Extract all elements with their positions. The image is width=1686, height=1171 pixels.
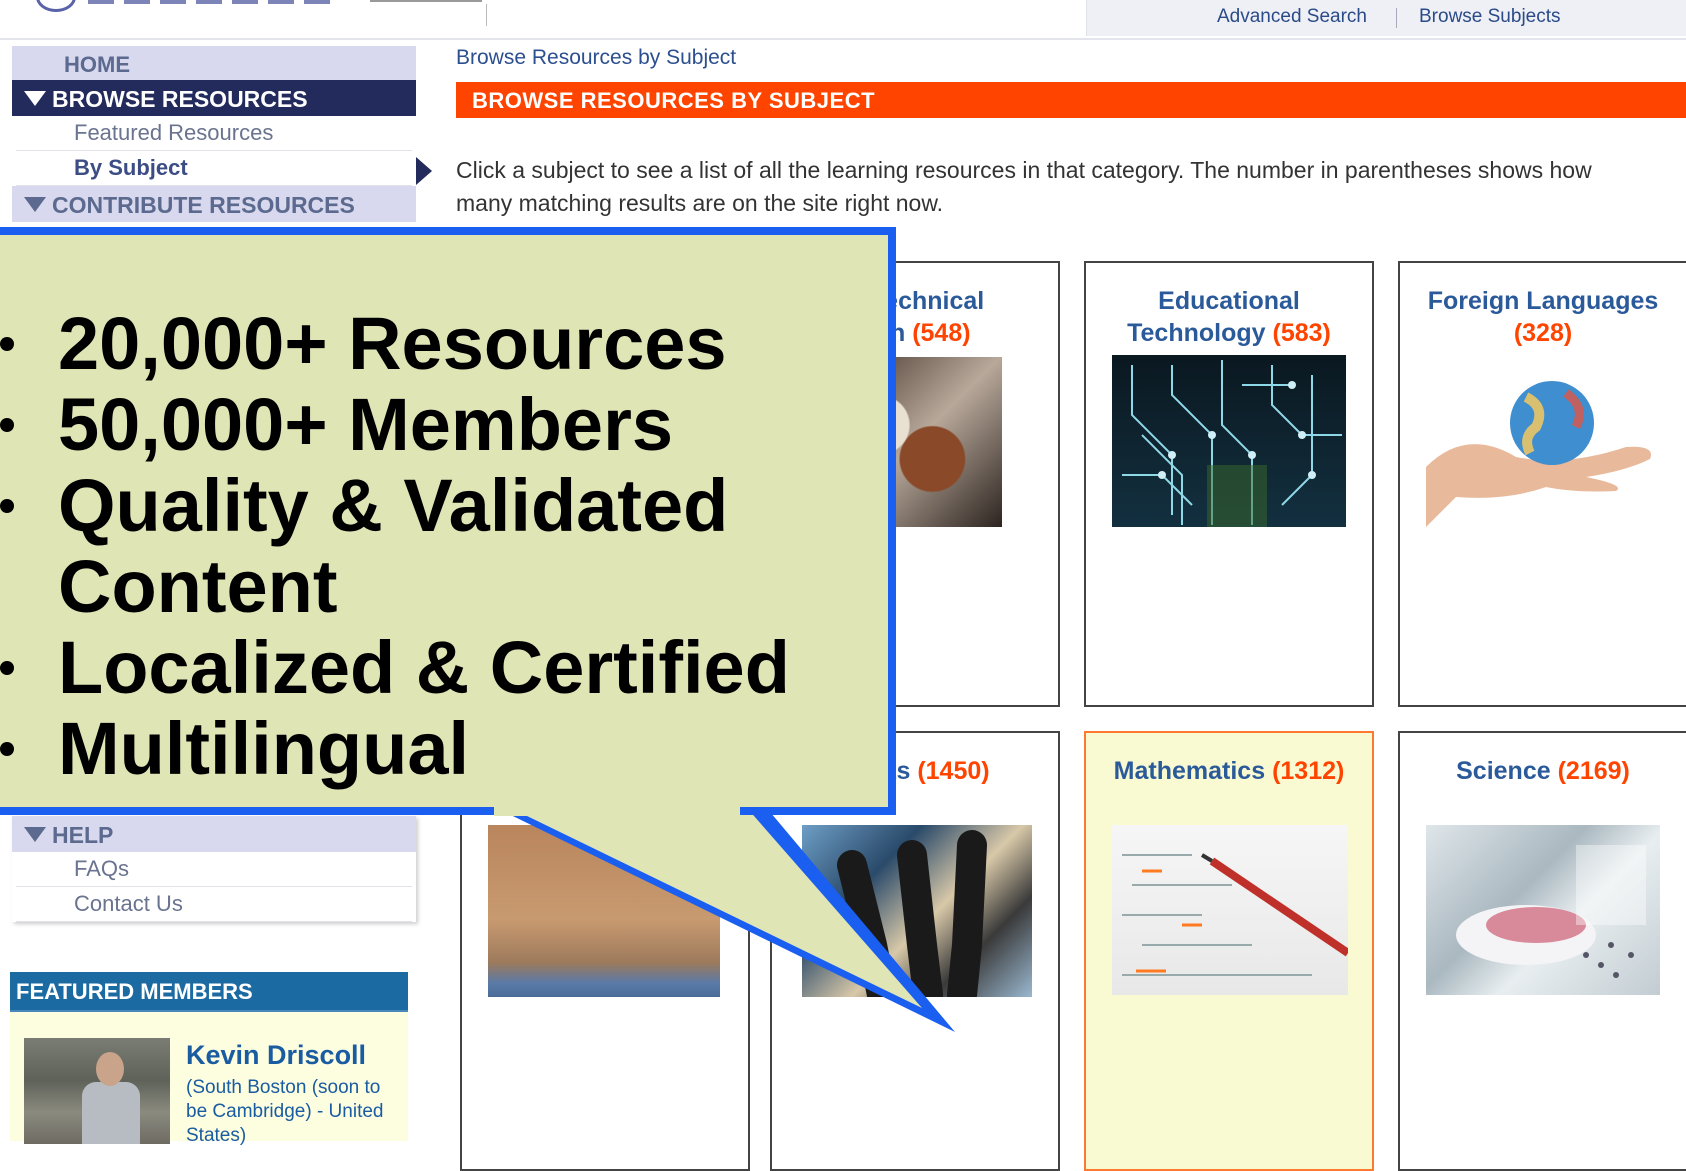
callout-item-text: Localized & Certified bbox=[58, 626, 790, 709]
nav-help-label: HELP bbox=[52, 822, 114, 848]
subject-title-text: Mathematics bbox=[1113, 757, 1266, 785]
bullet-icon bbox=[0, 742, 14, 756]
subject-title[interactable]: Foreign Languages (328) bbox=[1400, 285, 1686, 349]
subject-tile-science[interactable]: Science (2169) bbox=[1398, 731, 1686, 1171]
subject-image[interactable] bbox=[1426, 367, 1660, 537]
triangle-down-icon bbox=[24, 91, 46, 106]
subject-tile-mathematics[interactable]: Mathematics (1312) bbox=[1084, 731, 1374, 1171]
current-page-arrow-icon bbox=[416, 157, 432, 185]
subject-tile-foreign-languages[interactable]: Foreign Languages (328) bbox=[1398, 261, 1686, 707]
site-logo[interactable] bbox=[30, 0, 482, 14]
nav-contribute-resources[interactable]: CONTRIBUTE RESOURCES bbox=[12, 186, 416, 222]
nav-browse-resources[interactable]: BROWSE RESOURCES bbox=[12, 80, 416, 116]
member-avatar[interactable] bbox=[24, 1038, 170, 1144]
advanced-search-link[interactable]: Advanced Search bbox=[1217, 6, 1367, 28]
bullet-icon bbox=[0, 499, 14, 513]
subject-count: (548) bbox=[912, 319, 971, 347]
subject-image[interactable] bbox=[1112, 825, 1348, 995]
callout-item: 50,000+ Members bbox=[0, 384, 900, 465]
callout-item: Multilingual bbox=[0, 708, 900, 789]
subject-image[interactable] bbox=[1112, 355, 1346, 527]
bullet-icon bbox=[0, 337, 14, 351]
callout-item-text: Multilingual bbox=[58, 707, 470, 790]
nav-contribute-resources-label: CONTRIBUTE RESOURCES bbox=[52, 192, 355, 218]
nav-contact-us[interactable]: Contact Us bbox=[16, 887, 412, 922]
subject-image[interactable] bbox=[1426, 825, 1660, 995]
nav-featured-resources[interactable]: Featured Resources bbox=[16, 116, 412, 151]
triangle-down-icon bbox=[24, 827, 46, 842]
subject-count: (1450) bbox=[917, 757, 990, 785]
callout-tail-joint bbox=[494, 800, 740, 816]
subject-title[interactable]: Science (2169) bbox=[1400, 755, 1686, 787]
nav-home[interactable]: HOME bbox=[12, 46, 416, 80]
subject-count: (583) bbox=[1272, 319, 1331, 347]
callout-item-text: Quality & Validated Content bbox=[58, 464, 729, 628]
nav-help[interactable]: HELP bbox=[12, 816, 416, 852]
subject-tile-educational-technology[interactable]: Educational Technology (583) bbox=[1084, 261, 1374, 707]
intro-text: Click a subject to see a list of all the… bbox=[456, 157, 1592, 216]
bullet-icon bbox=[0, 418, 14, 432]
callout-item: Localized & Certified bbox=[0, 627, 900, 708]
subject-title[interactable]: Mathematics (1312) bbox=[1086, 755, 1372, 787]
left-navigation: HOME BROWSE RESOURCES Featured Resources… bbox=[12, 46, 416, 222]
top-header: Advanced Search Browse Subjects bbox=[0, 0, 1686, 40]
member-location: (South Boston (soon to be Cambridge) - U… bbox=[186, 1077, 384, 1146]
subject-image[interactable] bbox=[802, 825, 1032, 997]
callout-item-text: 50,000+ Members bbox=[58, 383, 674, 466]
subject-title-line1: Educational bbox=[1158, 287, 1300, 315]
logo-mark-icon bbox=[36, 0, 76, 12]
subject-image[interactable] bbox=[488, 825, 720, 997]
subject-count: (1312) bbox=[1272, 757, 1345, 785]
nav-by-subject[interactable]: By Subject bbox=[16, 151, 412, 186]
bullet-icon bbox=[0, 661, 14, 675]
callout-item: Quality & Validated Content bbox=[0, 465, 900, 627]
subject-count: (328) bbox=[1513, 319, 1573, 347]
browse-subjects-link[interactable]: Browse Subjects bbox=[1419, 6, 1561, 28]
callout-item: 20,000+ Resources bbox=[0, 303, 900, 384]
link-divider bbox=[1396, 8, 1397, 28]
subject-title-line2: Technology bbox=[1127, 319, 1266, 347]
breadcrumb[interactable]: Browse Resources by Subject bbox=[456, 46, 736, 70]
header-links: Advanced Search Browse Subjects bbox=[1086, 0, 1686, 36]
subject-count: (2169) bbox=[1557, 757, 1630, 785]
header-divider bbox=[486, 4, 487, 26]
subject-title-line1: Foreign Languages bbox=[1427, 287, 1659, 315]
help-navigation: HELP FAQs Contact Us bbox=[12, 816, 416, 922]
featured-members-title: FEATURED MEMBERS bbox=[10, 972, 408, 1012]
callout-list: 20,000+ Resources 50,000+ Members Qualit… bbox=[0, 303, 900, 789]
page-title: BROWSE RESOURCES BY SUBJECT bbox=[456, 82, 1686, 118]
featured-members-panel: FEATURED MEMBERS Kevin Driscoll (South B… bbox=[10, 972, 408, 1146]
triangle-down-icon bbox=[24, 197, 46, 212]
callout-item-text: 20,000+ Resources bbox=[58, 302, 727, 385]
feature-callout: 20,000+ Resources 50,000+ Members Qualit… bbox=[0, 227, 896, 815]
nav-browse-resources-label: BROWSE RESOURCES bbox=[52, 86, 308, 112]
subject-title[interactable]: Educational Technology (583) bbox=[1086, 285, 1372, 349]
member-name-link[interactable]: Kevin Driscoll bbox=[186, 1040, 366, 1071]
nav-faqs[interactable]: FAQs bbox=[16, 852, 412, 887]
subject-title-text: Science bbox=[1456, 757, 1551, 785]
